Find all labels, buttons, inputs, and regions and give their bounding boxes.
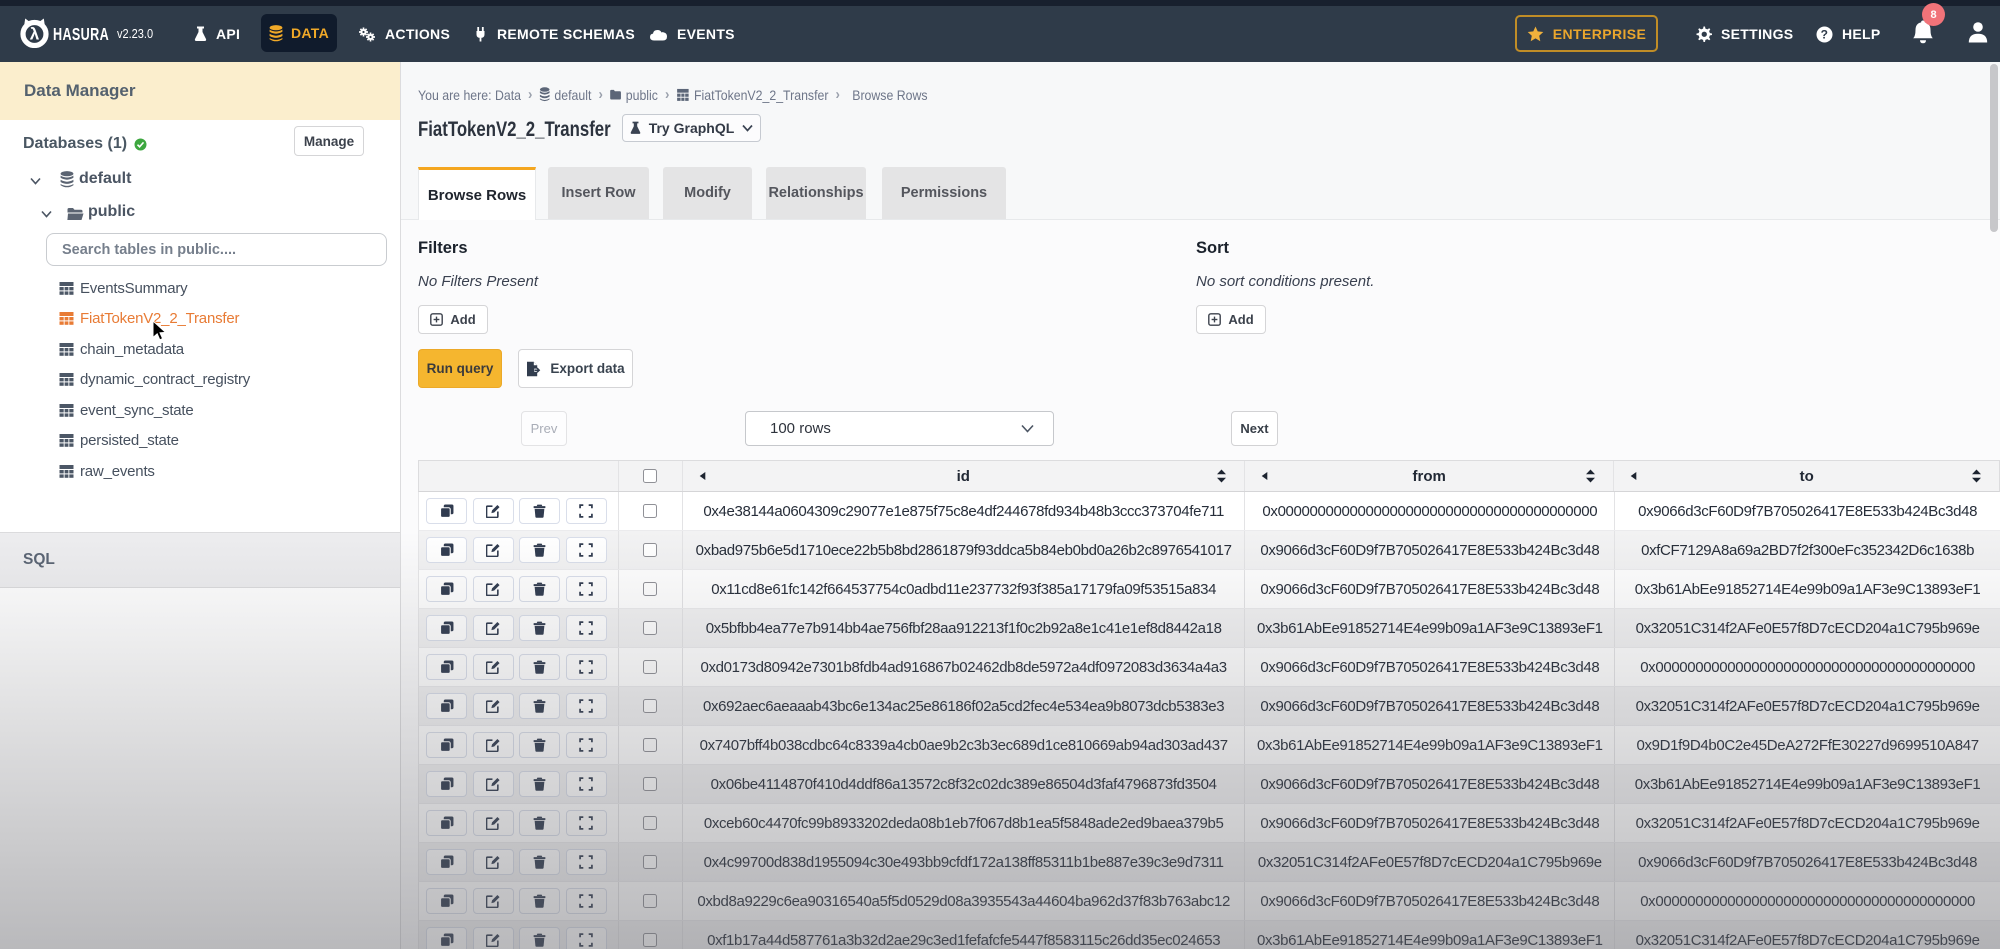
svg-text:?: ? — [1821, 27, 1829, 41]
svg-text:λ: λ — [30, 25, 40, 44]
